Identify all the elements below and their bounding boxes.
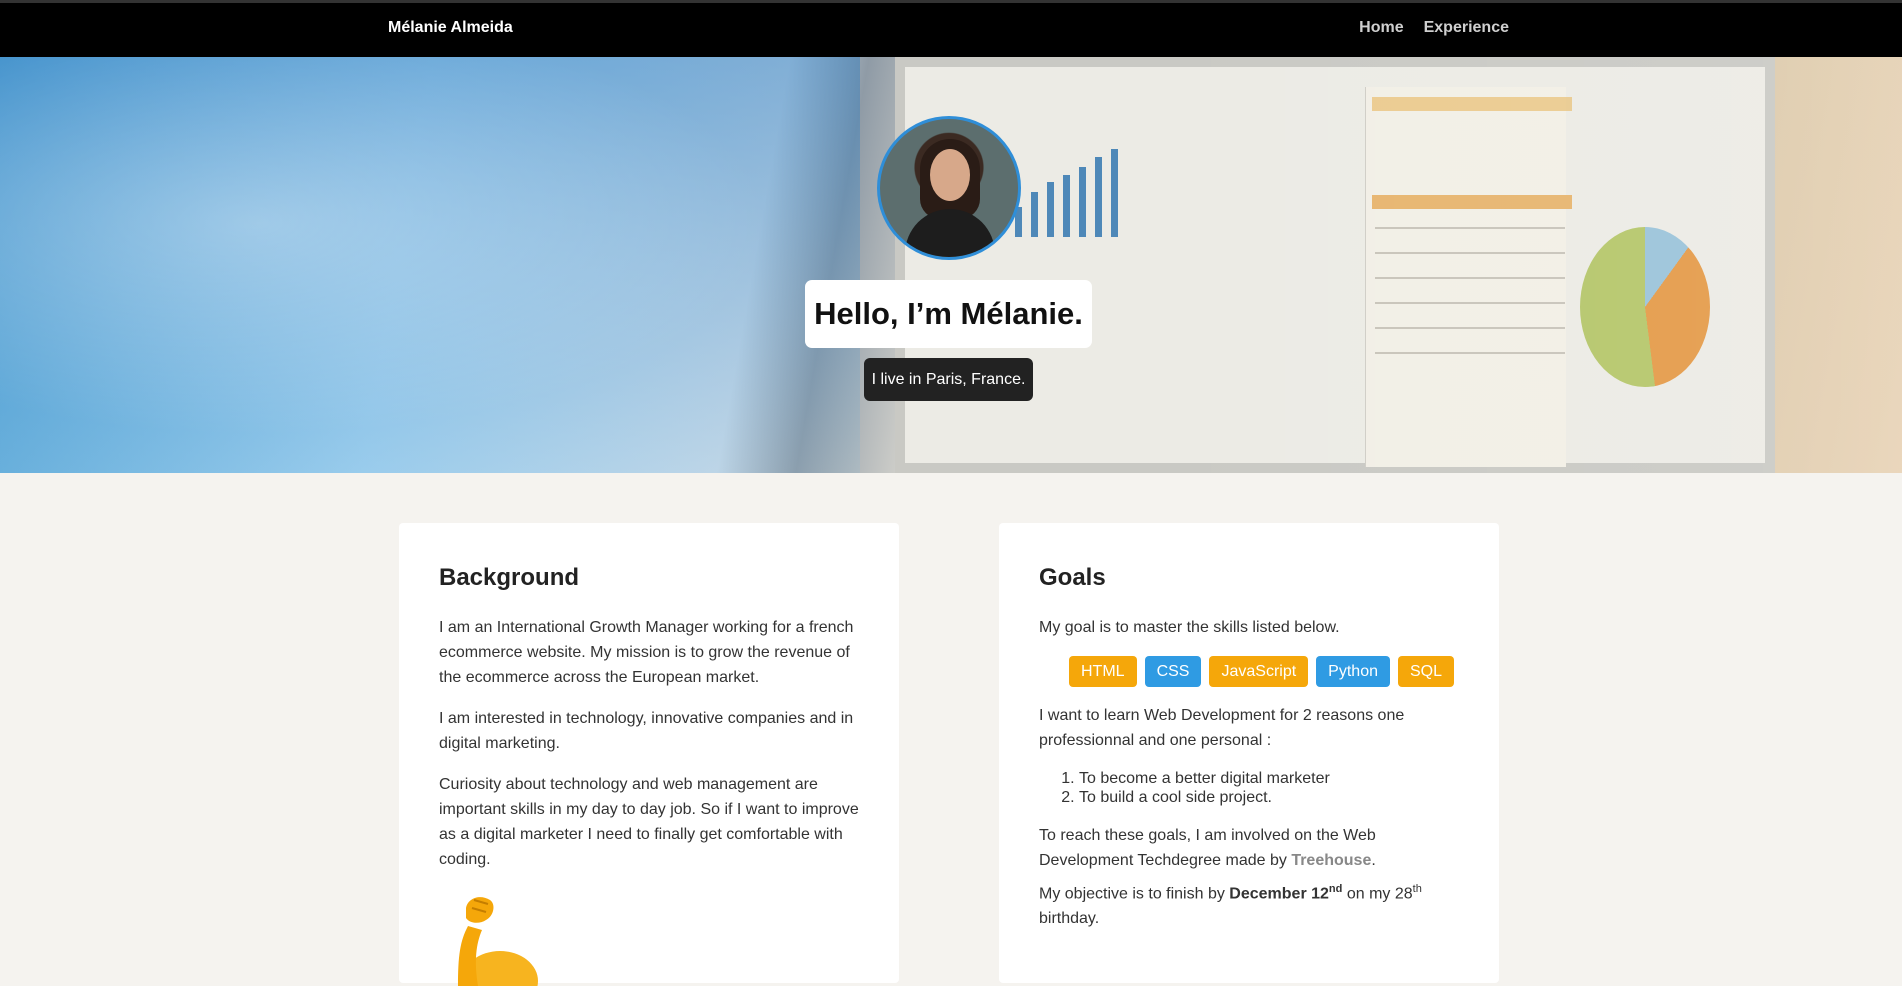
reasons-list: To become a better digital marketer To b… <box>1039 769 1459 807</box>
objective-text: My objective is to finish by December 12… <box>1039 883 1422 928</box>
skill-badge-javascript: JavaScript <box>1209 656 1309 687</box>
background-paragraph: I am interested in technology, innovativ… <box>439 710 854 752</box>
list-item: To become a better digital marketer <box>1079 769 1459 788</box>
avatar <box>877 116 1021 260</box>
skill-badge-python: Python <box>1316 656 1390 687</box>
background-paragraph: Curiosity about technology and web manag… <box>439 776 859 868</box>
hero-heading: Hello, I’m Mélanie. <box>805 280 1092 348</box>
background-paragraph: I am an International Growth Manager wor… <box>439 619 854 686</box>
goals-card: Goals My goal is to master the skills li… <box>999 523 1499 983</box>
list-item: To build a cool side project. <box>1079 788 1459 807</box>
site-brand[interactable]: Mélanie Almeida <box>388 19 513 37</box>
background-title: Background <box>439 564 580 591</box>
goals-intro: My goal is to master the skills listed b… <box>1039 619 1340 636</box>
reasons-intro: I want to learn Web Development for 2 re… <box>1039 707 1405 749</box>
nav-link-home[interactable]: Home <box>1359 19 1403 37</box>
top-navbar: Mélanie Almeida Home Experience <box>0 0 1902 57</box>
nav-link-experience[interactable]: Experience <box>1424 19 1509 37</box>
involvement-text: To reach these goals, I am involved on t… <box>1039 827 1376 869</box>
skill-badge-html: HTML <box>1069 656 1137 687</box>
skills-list: HTML CSS JavaScript Python SQL <box>1069 656 1459 687</box>
treehouse-link[interactable]: Treehouse <box>1291 852 1371 869</box>
main-nav: Home Experience <box>1359 19 1509 37</box>
skill-badge-sql: SQL <box>1397 656 1454 687</box>
hero-tagline: I live in Paris, France. <box>864 358 1033 401</box>
goals-title: Goals <box>1039 564 1106 591</box>
flexed-biceps-icon <box>458 897 538 986</box>
skill-badge-css: CSS <box>1144 656 1202 687</box>
